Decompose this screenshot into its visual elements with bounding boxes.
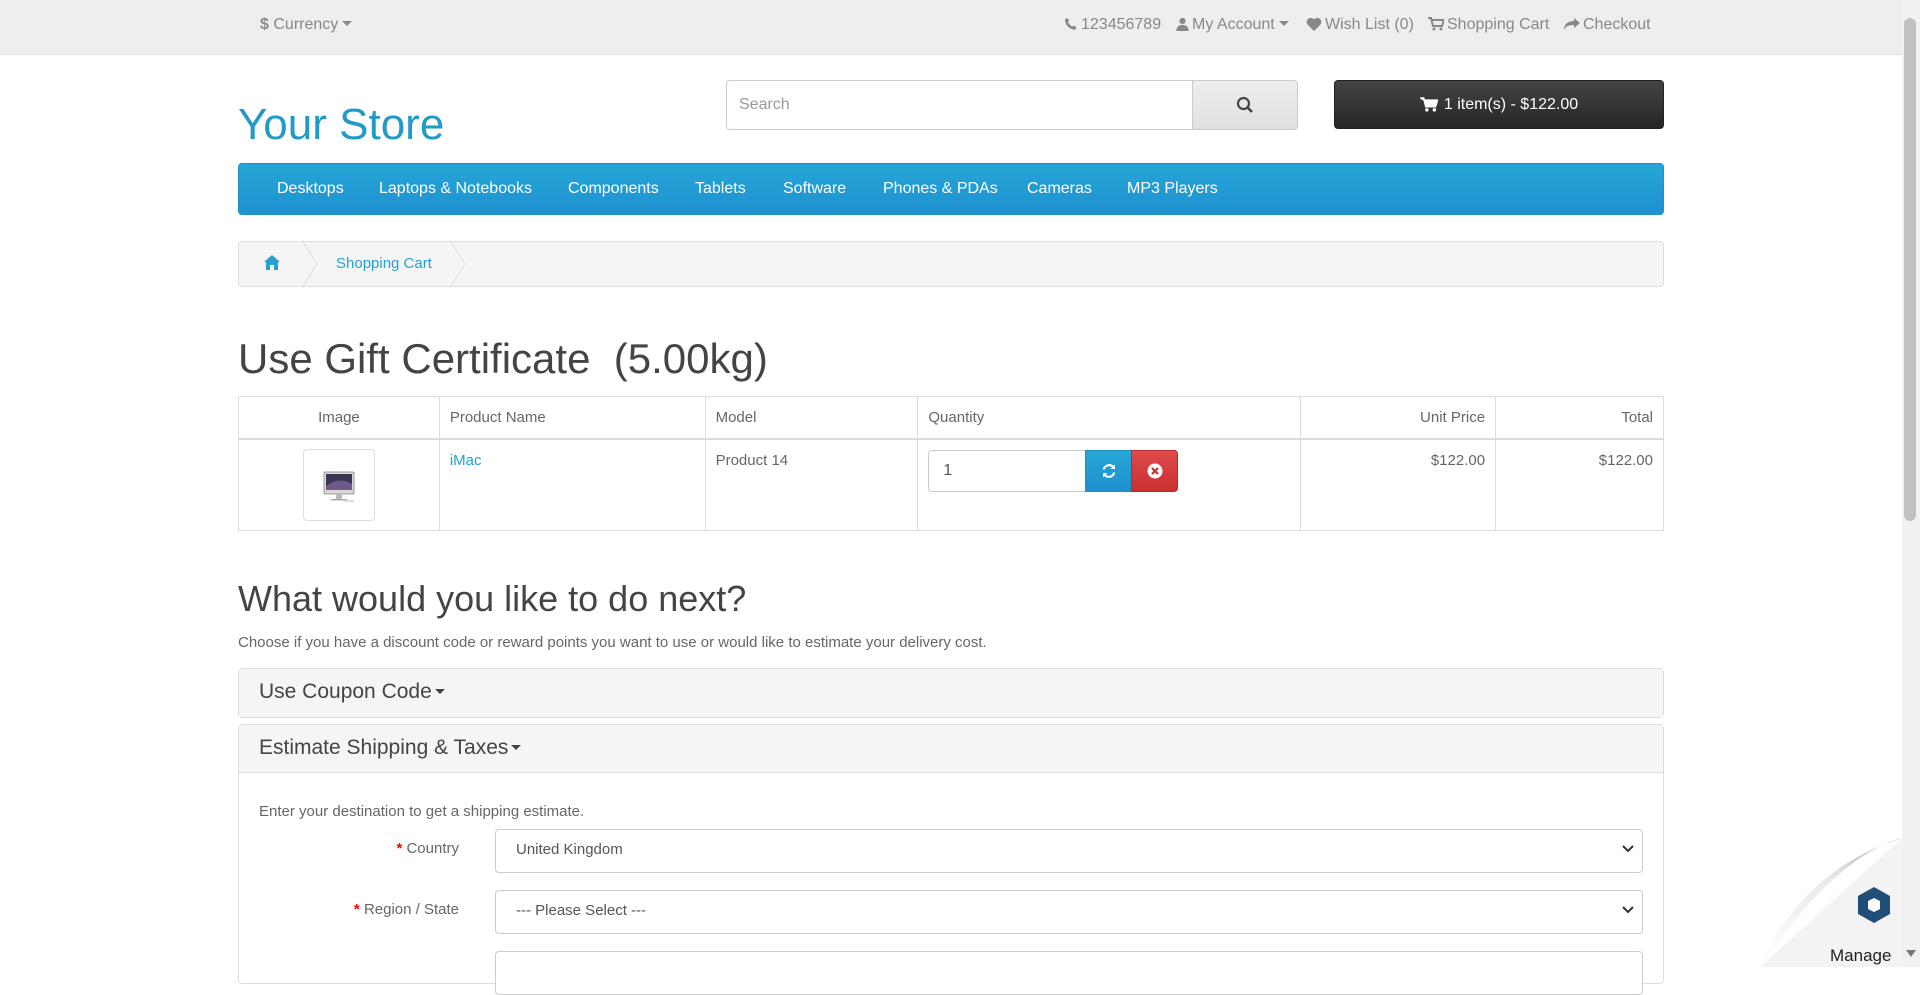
menu-item-tablets[interactable]: Tablets — [695, 180, 746, 198]
caret-down-icon — [511, 745, 522, 750]
imac-image — [323, 471, 355, 502]
user-icon — [1176, 17, 1189, 31]
country-label: * Country — [396, 840, 459, 857]
breadcrumb: Shopping Cart — [238, 241, 1664, 287]
row-total: $122.00 — [1495, 438, 1664, 531]
phone-icon — [1064, 17, 1077, 30]
breadcrumb-separator — [450, 242, 466, 286]
next-steps-intro: Choose if you have a discount code or re… — [238, 634, 987, 651]
postcode-input[interactable] — [495, 951, 1643, 995]
product-model: Product 14 — [704, 438, 919, 531]
caret-down-icon — [342, 21, 353, 26]
menu-item-cameras[interactable]: Cameras — [1027, 180, 1092, 198]
my-account-dropdown[interactable]: My Account — [1176, 16, 1289, 34]
cart-total-button[interactable]: 1 item(s) - $122.00 — [1334, 80, 1664, 129]
currency-dropdown[interactable]: $ Currency — [260, 16, 353, 34]
refresh-icon — [1102, 463, 1116, 478]
column-header: Image — [238, 396, 440, 440]
top-bar: $ Currency 123456789 My Account Wish Lis… — [0, 0, 1902, 55]
next-steps-heading: What would you like to do next? — [238, 578, 747, 619]
wish-list-link[interactable]: Wish List (0) — [1306, 16, 1414, 34]
column-header: Model — [704, 396, 919, 440]
unit-price: $122.00 — [1300, 438, 1497, 531]
store-logo[interactable]: Your Store — [238, 100, 444, 150]
search-icon — [1236, 96, 1253, 113]
phone-link[interactable]: 123456789 — [1064, 16, 1161, 34]
home-icon[interactable] — [264, 255, 280, 274]
cart-icon — [1428, 17, 1446, 31]
share-icon — [1564, 18, 1580, 30]
update-button[interactable] — [1085, 449, 1133, 492]
column-header: Quantity — [917, 396, 1302, 440]
caret-down-icon — [1278, 21, 1289, 26]
caret-down-icon — [434, 689, 445, 694]
product-name-link[interactable]: iMac — [450, 452, 482, 469]
region-label: * Region / State — [353, 901, 459, 918]
scrollbar-thumb[interactable] — [1904, 18, 1916, 521]
page-title: Use Gift Certificate (5.00kg) — [238, 335, 768, 382]
scroll-down-arrow-icon[interactable] — [1906, 950, 1916, 958]
region-select[interactable]: --- Please Select --- — [495, 890, 1643, 934]
breadcrumb-separator — [302, 242, 318, 286]
main-menu: Desktops Laptops & Notebooks Components … — [238, 163, 1664, 215]
menu-item-phones[interactable]: Phones & PDAs — [883, 180, 998, 198]
coupon-panel: Use Coupon Code — [238, 668, 1664, 718]
dollar-icon: $ — [260, 16, 269, 33]
menu-item-components[interactable]: Components — [568, 180, 659, 198]
breadcrumb-shopping-cart[interactable]: Shopping Cart — [336, 255, 432, 272]
column-header: Total — [1495, 396, 1664, 440]
checkout-link[interactable]: Checkout — [1564, 16, 1651, 34]
search-group — [726, 80, 1298, 130]
chevron-down-icon — [1622, 906, 1634, 914]
menu-item-desktops[interactable]: Desktops — [277, 180, 344, 198]
menu-item-laptops[interactable]: Laptops & Notebooks — [379, 180, 532, 198]
coupon-panel-toggle[interactable]: Use Coupon Code — [239, 669, 1663, 717]
country-select[interactable]: United Kingdom — [495, 829, 1643, 873]
cart-icon — [1419, 97, 1438, 112]
search-button[interactable] — [1192, 80, 1298, 130]
column-header: Unit Price — [1300, 396, 1497, 440]
manage-label[interactable]: Manage — [1830, 946, 1891, 966]
shipping-panel-toggle[interactable]: Estimate Shipping & Taxes — [239, 725, 1663, 773]
heart-icon — [1306, 17, 1322, 31]
menu-item-mp3-players[interactable]: MP3 Players — [1127, 180, 1218, 198]
quantity-group — [928, 449, 1179, 492]
menu-item-software[interactable]: Software — [783, 180, 846, 198]
remove-button[interactable] — [1131, 449, 1179, 492]
chevron-down-icon — [1622, 845, 1634, 853]
times-circle-icon — [1147, 463, 1163, 478]
shipping-panel-text: Enter your destination to get a shipping… — [259, 803, 585, 820]
cart-table: Image Product Name Model Quantity Unit P… — [238, 396, 1664, 531]
table-header-row: Image Product Name Model Quantity Unit P… — [238, 396, 1664, 440]
search-input[interactable] — [726, 80, 1194, 130]
column-header: Product Name — [438, 396, 706, 440]
product-thumbnail[interactable] — [302, 448, 375, 521]
shopping-cart-link[interactable]: Shopping Cart — [1428, 16, 1549, 34]
quantity-input[interactable] — [928, 449, 1087, 492]
table-row: iMac Product 14 $122.00 $122.00 — [238, 438, 1664, 531]
shipping-panel: Estimate Shipping & Taxes Enter your des… — [238, 724, 1664, 995]
